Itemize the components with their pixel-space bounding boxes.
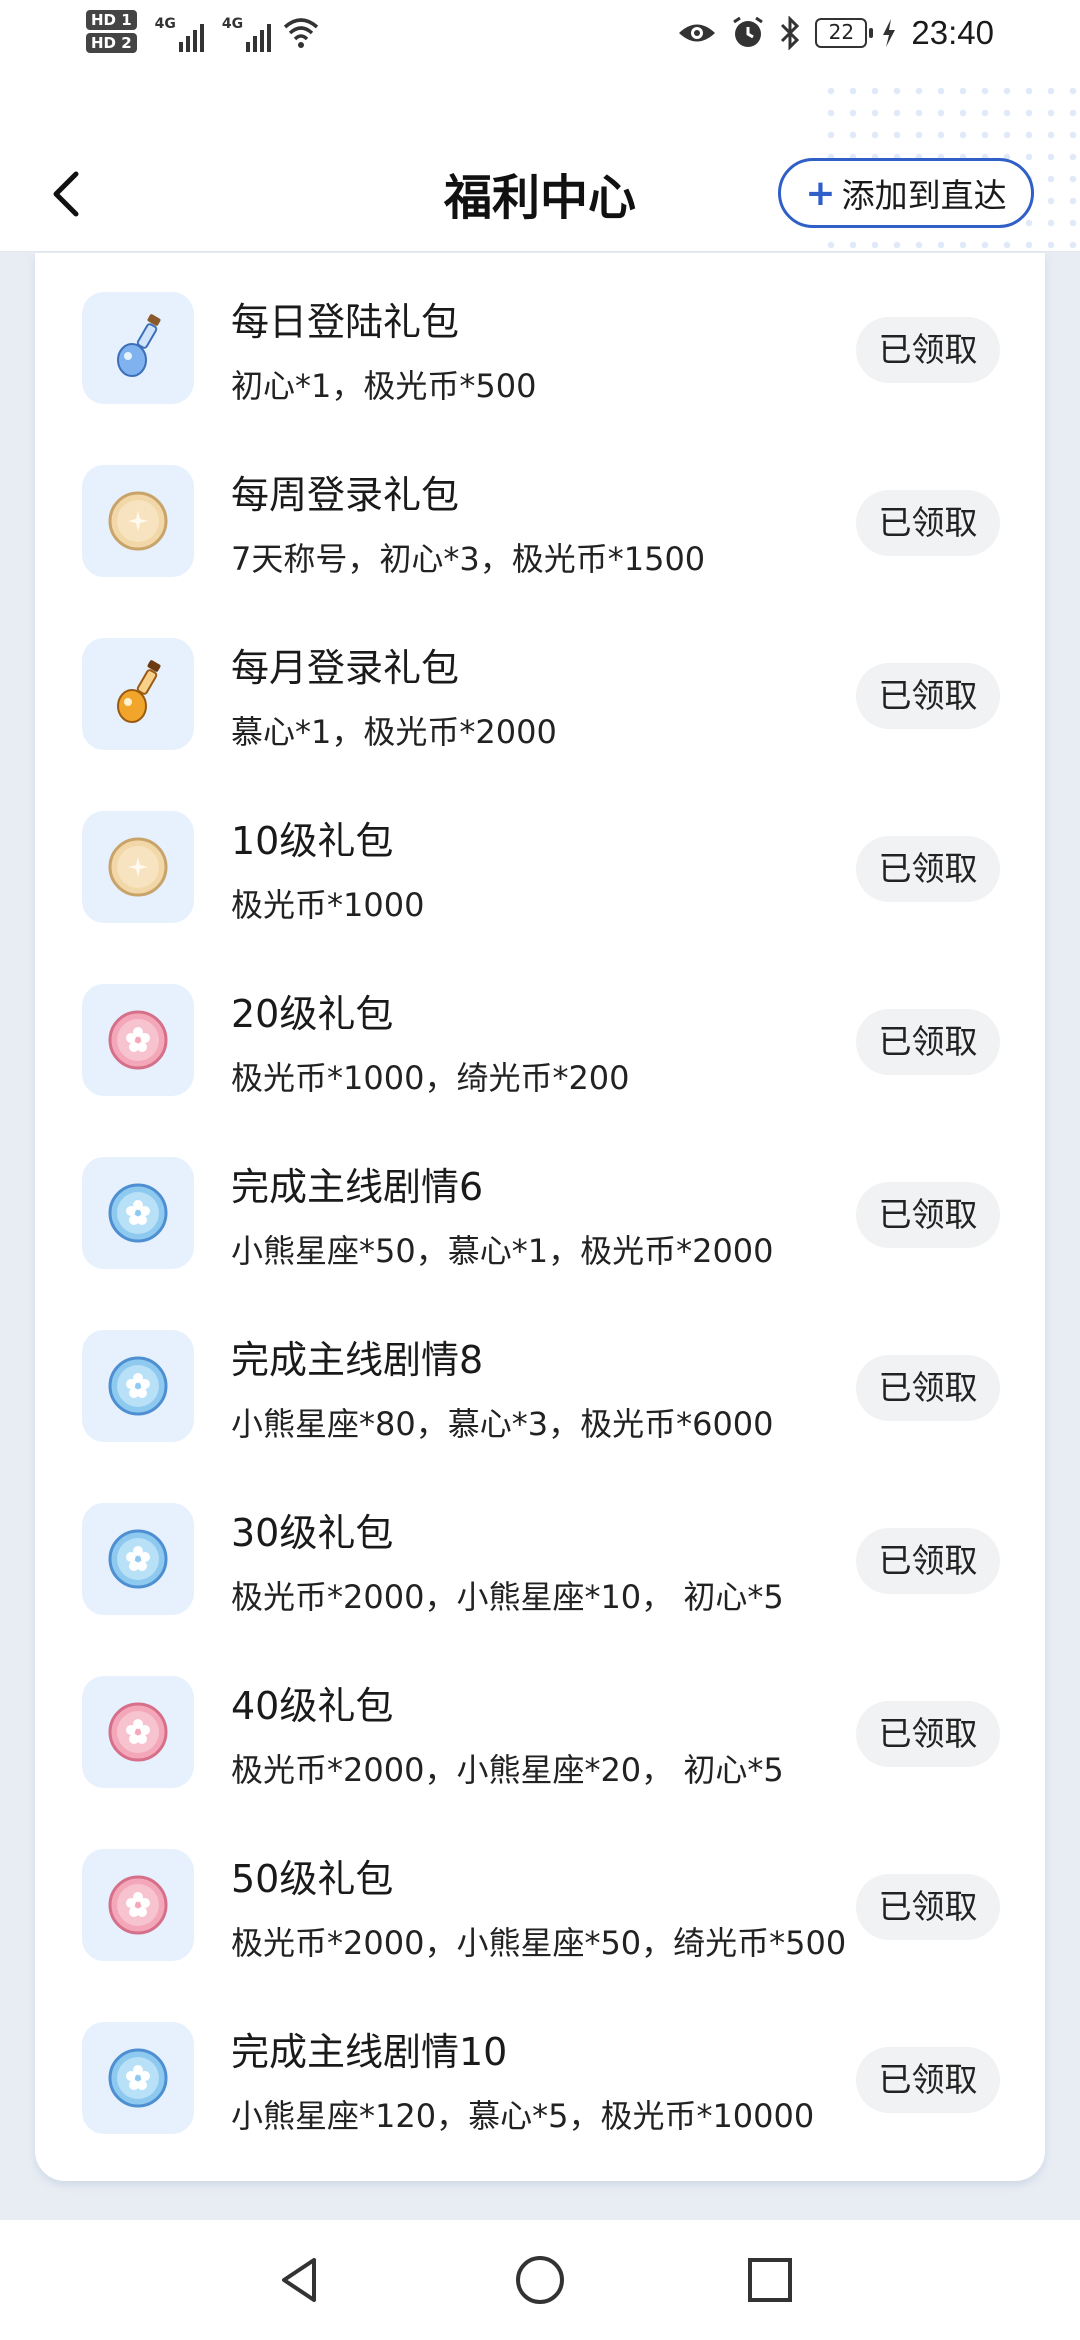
gift-rewards: 极光币*1000，绮光币*200	[231, 1059, 630, 1097]
status-left: HD 1 HD 2 4G 4G	[86, 10, 321, 53]
gift-title: 10级礼包	[231, 819, 394, 863]
square-recent-icon[interactable]	[740, 2250, 800, 2310]
claimed-button[interactable]: 已领取	[856, 2047, 1000, 2113]
gift-row: 50级礼包 极光币*2000，小熊星座*50，绮光币*500 已领取	[35, 1810, 1045, 1983]
alarm-icon	[733, 16, 764, 47]
gift-title: 40级礼包	[231, 1684, 394, 1728]
battery-icon: 22	[815, 18, 874, 48]
signal-icon: 4G	[155, 12, 204, 52]
claimed-button[interactable]: 已领取	[856, 1874, 1000, 1940]
triangle-back-icon[interactable]	[270, 2250, 330, 2310]
claimed-button[interactable]: 已领取	[856, 836, 1000, 902]
gift-row: 完成主线剧情10 小熊星座*120，慕心*5，极光币*10000 已领取	[35, 1983, 1045, 2156]
gift-rewards: 极光币*2000，小熊星座*50，绮光币*500	[231, 1924, 847, 1962]
gift-title: 完成主线剧情10	[231, 2030, 508, 2074]
wifi-icon	[283, 17, 319, 48]
gold-coin-icon	[82, 811, 194, 923]
hd2-badge: HD 2	[86, 33, 137, 53]
claimed-button[interactable]: 已领取	[856, 663, 1000, 729]
gift-row: 40级礼包 极光币*2000，小熊星座*20， 初心*5 已领取	[35, 1637, 1045, 1810]
blue-coin-icon	[82, 1157, 194, 1269]
gift-row: 完成主线剧情6 小熊星座*50，慕心*1，极光币*2000 已领取	[35, 1118, 1045, 1291]
sim-indicators: HD 1 HD 2	[86, 10, 137, 53]
eye-icon	[679, 24, 716, 42]
hd1-badge: HD 1	[86, 10, 137, 30]
gift-title: 30级礼包	[231, 1511, 394, 1555]
pink-coin-icon	[82, 1849, 194, 1961]
gift-rewards: 7天称号，初心*3，极光币*1500	[231, 540, 706, 578]
gift-rewards: 小熊星座*80，慕心*3，极光币*6000	[231, 1405, 774, 1443]
net1-label: 4G	[154, 15, 176, 32]
gift-title: 每周登录礼包	[231, 473, 460, 517]
gift-row: 完成主线剧情8 小熊星座*80，慕心*3，极光币*6000 已领取	[35, 1291, 1045, 1464]
gold-coin-icon	[82, 465, 194, 577]
gift-row: 10级礼包极光币*1000 已领取	[35, 772, 1045, 945]
blue-coin-icon	[82, 1503, 194, 1615]
app-header: 福利中心 + 添加到直达	[0, 80, 1080, 252]
gift-list: 每日登陆礼包 初心*1，极光币*500 已领取 每周登录礼包 7天称号，初心*3，极光币…	[35, 253, 1045, 2181]
pink-coin-icon	[82, 1676, 194, 1788]
gift-rewards: 初心*1，极光币*500	[231, 367, 537, 405]
clock: 23:40	[911, 14, 994, 51]
gift-title: 每日登陆礼包	[231, 300, 460, 344]
gift-title: 50级礼包	[231, 1857, 394, 1901]
net2-label: 4G	[221, 15, 244, 32]
claimed-button[interactable]: 已领取	[856, 1528, 1000, 1594]
gift-rewards: 极光币*2000，小熊星座*20， 初心*5	[231, 1751, 784, 1789]
gift-title: 完成主线剧情8	[231, 1338, 484, 1382]
gift-row: 30级礼包极光币*2000，小熊星座*10， 初心*5 已领取	[35, 1464, 1045, 1637]
gift-row: 每月登录礼包慕心*1，极光币*2000 已领取	[35, 599, 1045, 772]
blue-coin-icon	[82, 1330, 194, 1442]
gift-row: 每日登陆礼包初心*1，极光币*500 已领取	[35, 253, 1045, 426]
add-to-shortcut-button[interactable]: + 添加到直达	[778, 158, 1034, 228]
claimed-button[interactable]: 已领取	[856, 490, 1000, 556]
gift-title: 每月登录礼包	[231, 646, 460, 690]
gift-rewards: 慕心*1，极光币*2000	[231, 713, 557, 751]
charging-icon	[883, 19, 896, 47]
gift-row: 20级礼包极光币*1000，绮光币*200 已领取	[35, 945, 1045, 1118]
claimed-button[interactable]: 已领取	[856, 1701, 1000, 1767]
pink-coin-icon	[82, 984, 194, 1096]
status-bar: HD 1 HD 2 4G 4G 22 23:40	[0, 0, 1080, 80]
claimed-button[interactable]: 已领取	[856, 1182, 1000, 1248]
claimed-button[interactable]: 已领取	[856, 317, 1000, 383]
signal-icon: 4G	[221, 12, 272, 52]
gift-title: 20级礼包	[231, 992, 394, 1036]
gift-rewards: 极光币*2000，小熊星座*10， 初心*5	[231, 1578, 784, 1616]
gift-rewards: 极光币*1000	[231, 886, 425, 924]
circle-home-icon[interactable]	[510, 2250, 570, 2310]
status-right: 22 23:40	[677, 14, 994, 52]
gift-row: 每周登录礼包 7天称号，初心*3，极光币*1500 已领取	[35, 426, 1045, 599]
blue-potion-icon	[82, 292, 194, 404]
add-to-shortcut-label: 添加到直达	[841, 176, 1007, 215]
gift-rewards: 小熊星座*50，慕心*1，极光币*2000	[231, 1232, 774, 1270]
claimed-button[interactable]: 已领取	[856, 1355, 1000, 1421]
gold-potion-icon	[82, 638, 194, 750]
gift-rewards: 小熊星座*120，慕心*5，极光币*10000	[231, 2097, 815, 2135]
blue-coin-icon	[82, 2022, 194, 2134]
claimed-button[interactable]: 已领取	[856, 1009, 1000, 1075]
bluetooth-icon	[781, 16, 800, 50]
system-nav-bar	[0, 2220, 1080, 2340]
plus-icon: +	[805, 172, 836, 214]
gift-title: 完成主线剧情6	[231, 1165, 484, 1209]
